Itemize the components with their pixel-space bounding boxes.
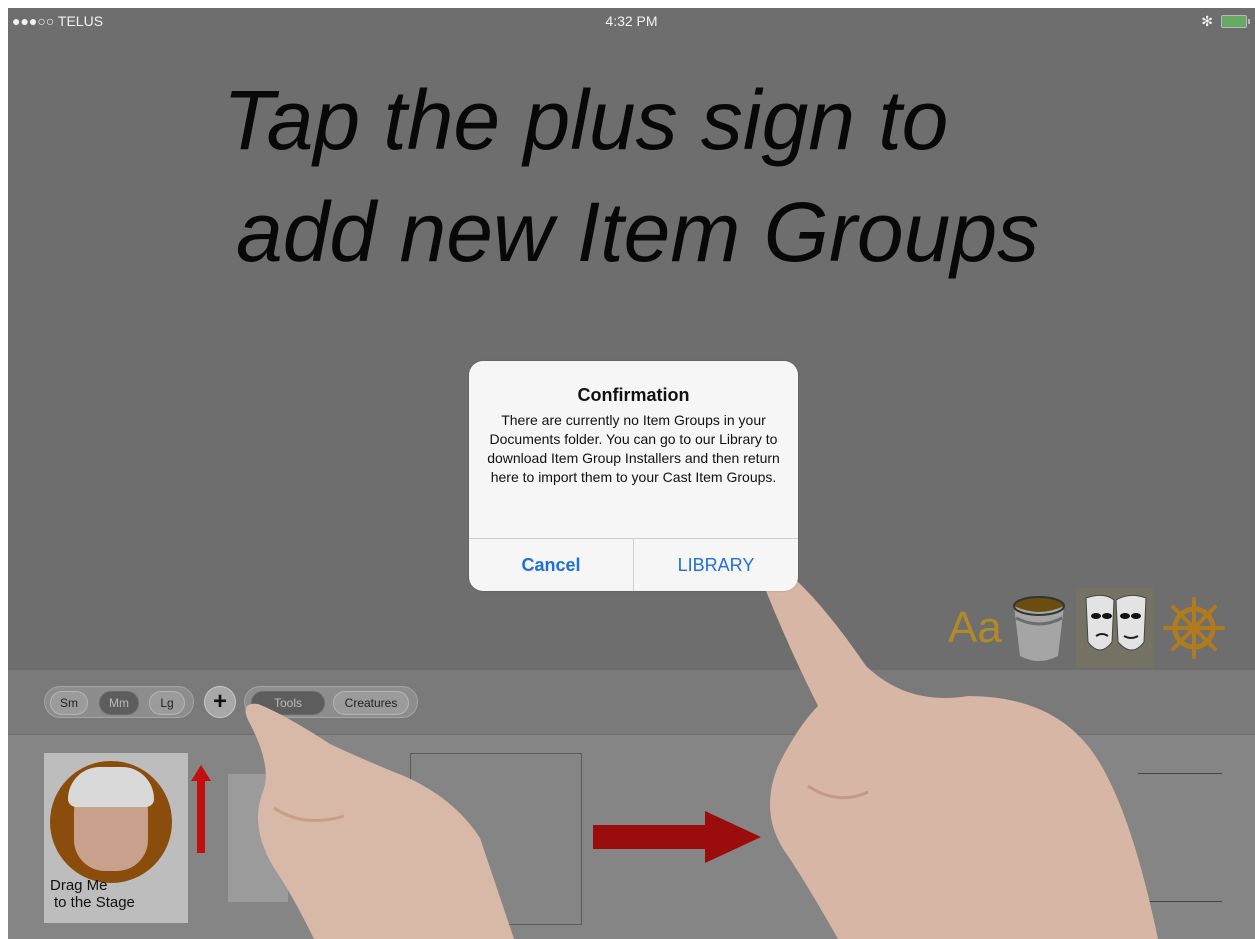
hair-image <box>68 767 154 807</box>
battery-icon <box>1221 15 1250 28</box>
avatar <box>50 761 172 883</box>
pointing-hand-left-image <box>245 703 515 939</box>
status-bar: ●●●○○ TELUS 4:32 PM ✻ <box>8 8 1255 34</box>
pointing-hand-right-image <box>762 567 1158 939</box>
status-right: ✻ <box>1201 13 1250 30</box>
library-button[interactable]: LIBRARY <box>634 539 798 591</box>
right-arrow-icon <box>593 811 761 863</box>
add-item-group-button[interactable]: + <box>204 686 236 718</box>
size-sm-button[interactable]: Sm <box>50 691 88 715</box>
app-screen: ●●●○○ TELUS 4:32 PM ✻ Tap the plus sign … <box>8 8 1255 939</box>
bluetooth-icon: ✻ <box>1201 13 1213 29</box>
size-segmented-control: Sm Mm Lg <box>44 686 194 718</box>
dialog-title: Confirmation <box>577 385 690 405</box>
ship-wheel-icon[interactable] <box>1162 596 1226 660</box>
drag-me-line-2: to the Stage <box>54 894 135 911</box>
size-lg-button[interactable]: Lg <box>149 691 185 715</box>
status-time: 4:32 PM <box>605 13 658 29</box>
cancel-button[interactable]: Cancel <box>469 539 633 591</box>
confirmation-dialog: Confirmation There are currently no Item… <box>469 361 798 591</box>
headline-line-2: add new Item Groups <box>236 185 1040 279</box>
drag-me-label: Drag Me to the Stage <box>50 877 135 911</box>
size-mm-button[interactable]: Mm <box>99 691 139 715</box>
drag-me-line-1: Drag Me <box>50 877 108 894</box>
headline-line-1: Tap the plus sign to <box>223 73 949 167</box>
drag-me-card[interactable]: Drag Me to the Stage <box>44 753 211 923</box>
up-arrow-icon <box>191 765 211 853</box>
dialog-message: There are currently no Item Groups in yo… <box>487 412 780 485</box>
